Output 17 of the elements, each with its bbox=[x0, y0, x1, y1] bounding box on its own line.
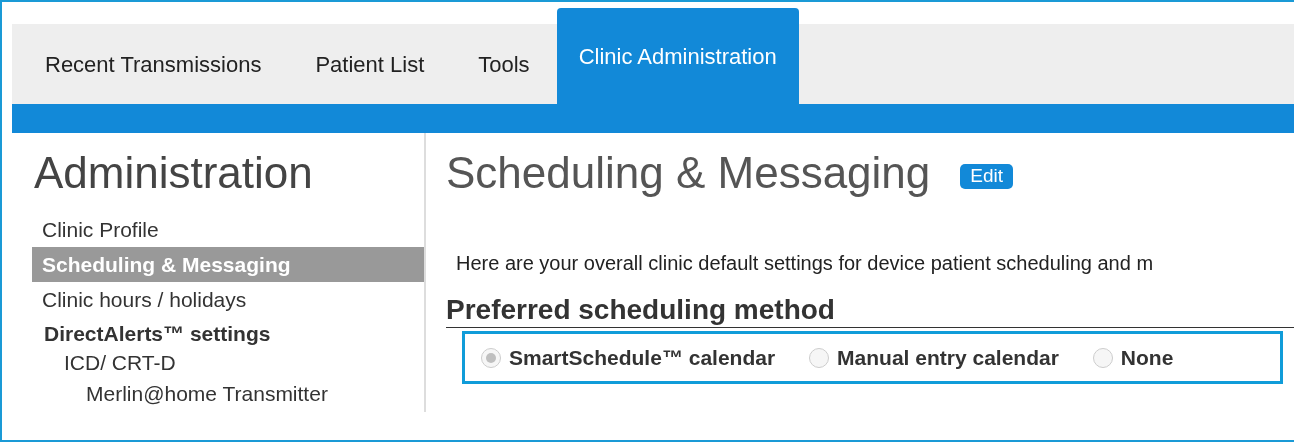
edit-button[interactable]: Edit bbox=[960, 163, 1014, 189]
section-heading: Preferred scheduling method bbox=[446, 291, 1294, 328]
sidebar-group-heading: DirectAlerts™ settings bbox=[43, 320, 272, 347]
nav-tab[interactable]: Patient List bbox=[288, 24, 452, 104]
nav-tab[interactable]: Recent Transmissions bbox=[18, 24, 289, 104]
intro-text: Here are your overall clinic default settings for device patient scheduling and m bbox=[456, 250, 1155, 276]
radio-label: Manual entry calendar bbox=[837, 344, 1059, 371]
page-title: Scheduling & Messaging bbox=[446, 148, 931, 197]
sidebar-item[interactable]: Clinic hours / holidays bbox=[32, 282, 424, 318]
sidebar-item[interactable]: Merlin@home Transmitter bbox=[32, 380, 424, 412]
radio-label: None bbox=[1120, 344, 1174, 371]
sidebar-item[interactable]: Clinic Profile bbox=[32, 211, 424, 248]
nav-tab[interactable]: Tools bbox=[451, 24, 557, 104]
radio-label: SmartSchedule™ calendar bbox=[509, 344, 776, 371]
sidebar-title: Administration bbox=[34, 147, 314, 199]
sidebar-item[interactable]: ICD/ CRT-D bbox=[32, 349, 424, 381]
nav-tab[interactable]: Clinic Administration bbox=[556, 8, 799, 104]
